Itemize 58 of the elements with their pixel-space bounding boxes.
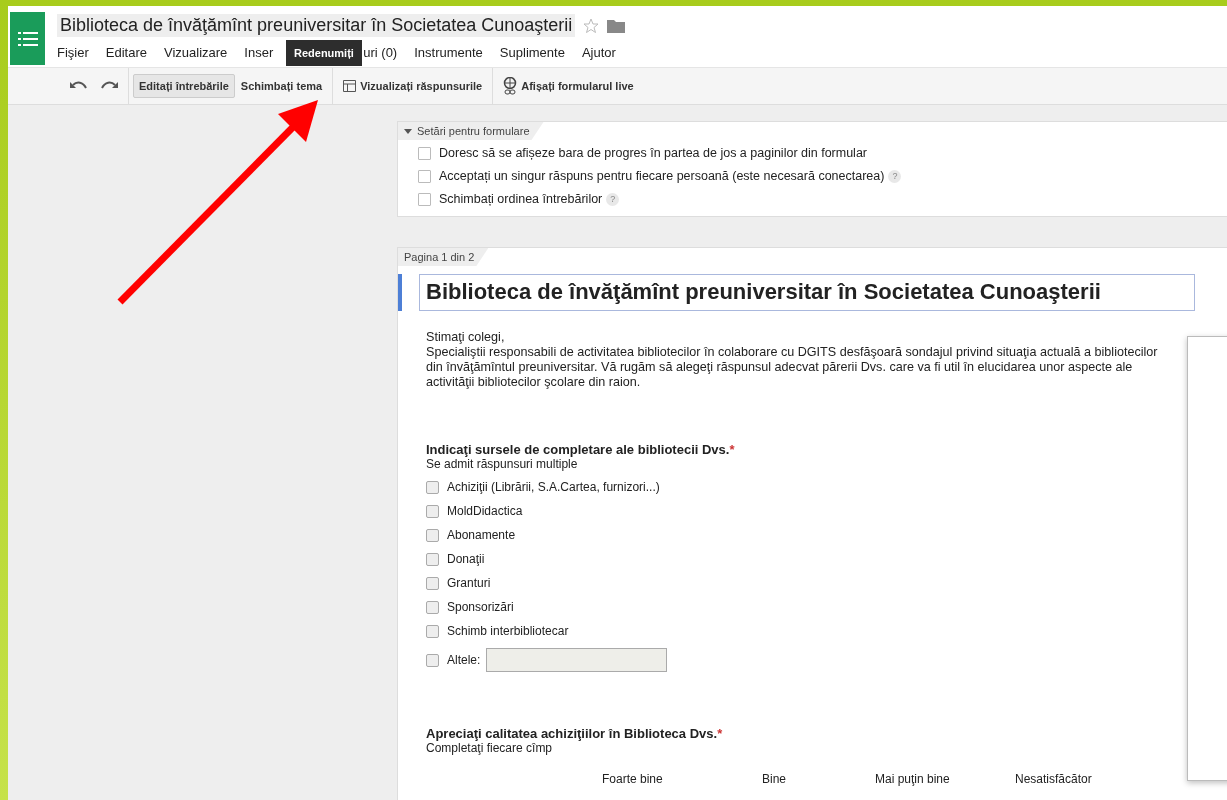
question-title: Apreciaţi calitatea achiziţiilor în Biblioteca Dvs.* [426, 726, 724, 741]
caret-down-icon [404, 128, 412, 134]
settings-header[interactable]: Setări pentru formulare [398, 122, 544, 140]
app-logo[interactable] [10, 12, 45, 65]
option-label: Abonamente [447, 528, 516, 542]
other-input-field[interactable] [486, 648, 668, 672]
toolbar-button[interactable]: Editați întrebările [133, 74, 235, 98]
checkbox[interactable] [418, 192, 431, 206]
option-label: Doresc să se afișeze bara de progres în partea de jos a paginilor din formular [439, 146, 867, 160]
form-title-field[interactable]: Biblioteca de învăţămînt preuniversitar în Societatea Cunoaşterii [419, 274, 1195, 311]
option-label: MoldDidactica [447, 504, 523, 518]
tooltip: Redenumiți [286, 40, 362, 66]
option-label: Schimb interbibliotecar [447, 624, 569, 638]
checkbox[interactable] [426, 504, 439, 518]
checkbox[interactable] [426, 576, 439, 590]
checkbox[interactable] [426, 624, 439, 638]
checkbox[interactable] [426, 552, 439, 566]
option-label: Achiziţii (Librării, S.A.Cartea, furnizori...) [447, 480, 660, 494]
option-label: Sponsorizări [447, 600, 514, 614]
menu-item[interactable]: Ajutor [581, 45, 616, 60]
star-icon[interactable] [583, 17, 600, 34]
toolbar-button[interactable]: Schimbați tema [234, 74, 329, 98]
menu-item[interactable]: Editare [105, 45, 147, 60]
checkbox[interactable] [418, 146, 431, 160]
menu-item[interactable]: uri (0) [363, 45, 398, 60]
menu-item[interactable]: Inser [244, 45, 274, 60]
checkbox[interactable] [418, 169, 431, 183]
column-header: Mai puţin bine [875, 772, 951, 786]
column-header: Foarte bine [602, 772, 664, 786]
checkbox[interactable] [426, 528, 439, 542]
description-text: Specialiştii responsabili de activitatea bibliotecilor în colaborare cu DGITS desfăşoară sondajul privind situaţia actuală a bibliotecilor din învăţămîntul preuniversitar. Vă rugăm să alegeţi răspunsul adecvat părerii Dvs. care va fi util în elucidarea unor aspecte ale activităţii bibliotecilor şcolare din raion. [426, 345, 1159, 390]
option-label: Acceptați un singur răspuns pentru fiecare persoană (este necesară conectarea) [439, 169, 885, 183]
menu-item[interactable]: Instrumente [414, 45, 483, 60]
list-icon [17, 30, 38, 47]
redo-icon[interactable] [100, 81, 118, 91]
checkbox[interactable] [426, 653, 439, 667]
toolbar-button[interactable]: Afișați formularul live [497, 71, 640, 101]
menu-item[interactable]: Fişier [57, 45, 89, 60]
question-help: Completaţi fiecare cîmp [426, 741, 554, 755]
option-label: Donaţii [447, 552, 485, 566]
option-label: Altele: [447, 653, 481, 667]
option-label: Granturi [447, 576, 491, 590]
column-header: Nesatisfăcător [1015, 772, 1093, 786]
table-icon [343, 80, 357, 92]
option-label: Schimbați ordinea întrebărilor [439, 192, 603, 206]
document-title[interactable]: Biblioteca de învăţămînt preuniversitar în Societatea Cunoaşterii [57, 14, 576, 37]
menu-item[interactable]: Vizualizare [164, 45, 228, 60]
menu-item[interactable]: Suplimente [499, 45, 565, 60]
column-header: Bine [762, 772, 788, 786]
folder-icon[interactable] [607, 18, 626, 33]
checkbox[interactable] [426, 600, 439, 614]
checkbox[interactable] [426, 480, 439, 494]
question-title: Indicaţi sursele de completare ale bibliotecii Dvs.* [426, 442, 736, 457]
question-help: Se admit răspunsuri multiple [426, 457, 579, 471]
undo-icon[interactable] [70, 81, 88, 91]
globe-link-icon [503, 77, 518, 95]
toolbar-button[interactable]: Vizualizați răspunsurile [337, 74, 489, 98]
description-text: Stimaţi colegi, [426, 330, 506, 345]
